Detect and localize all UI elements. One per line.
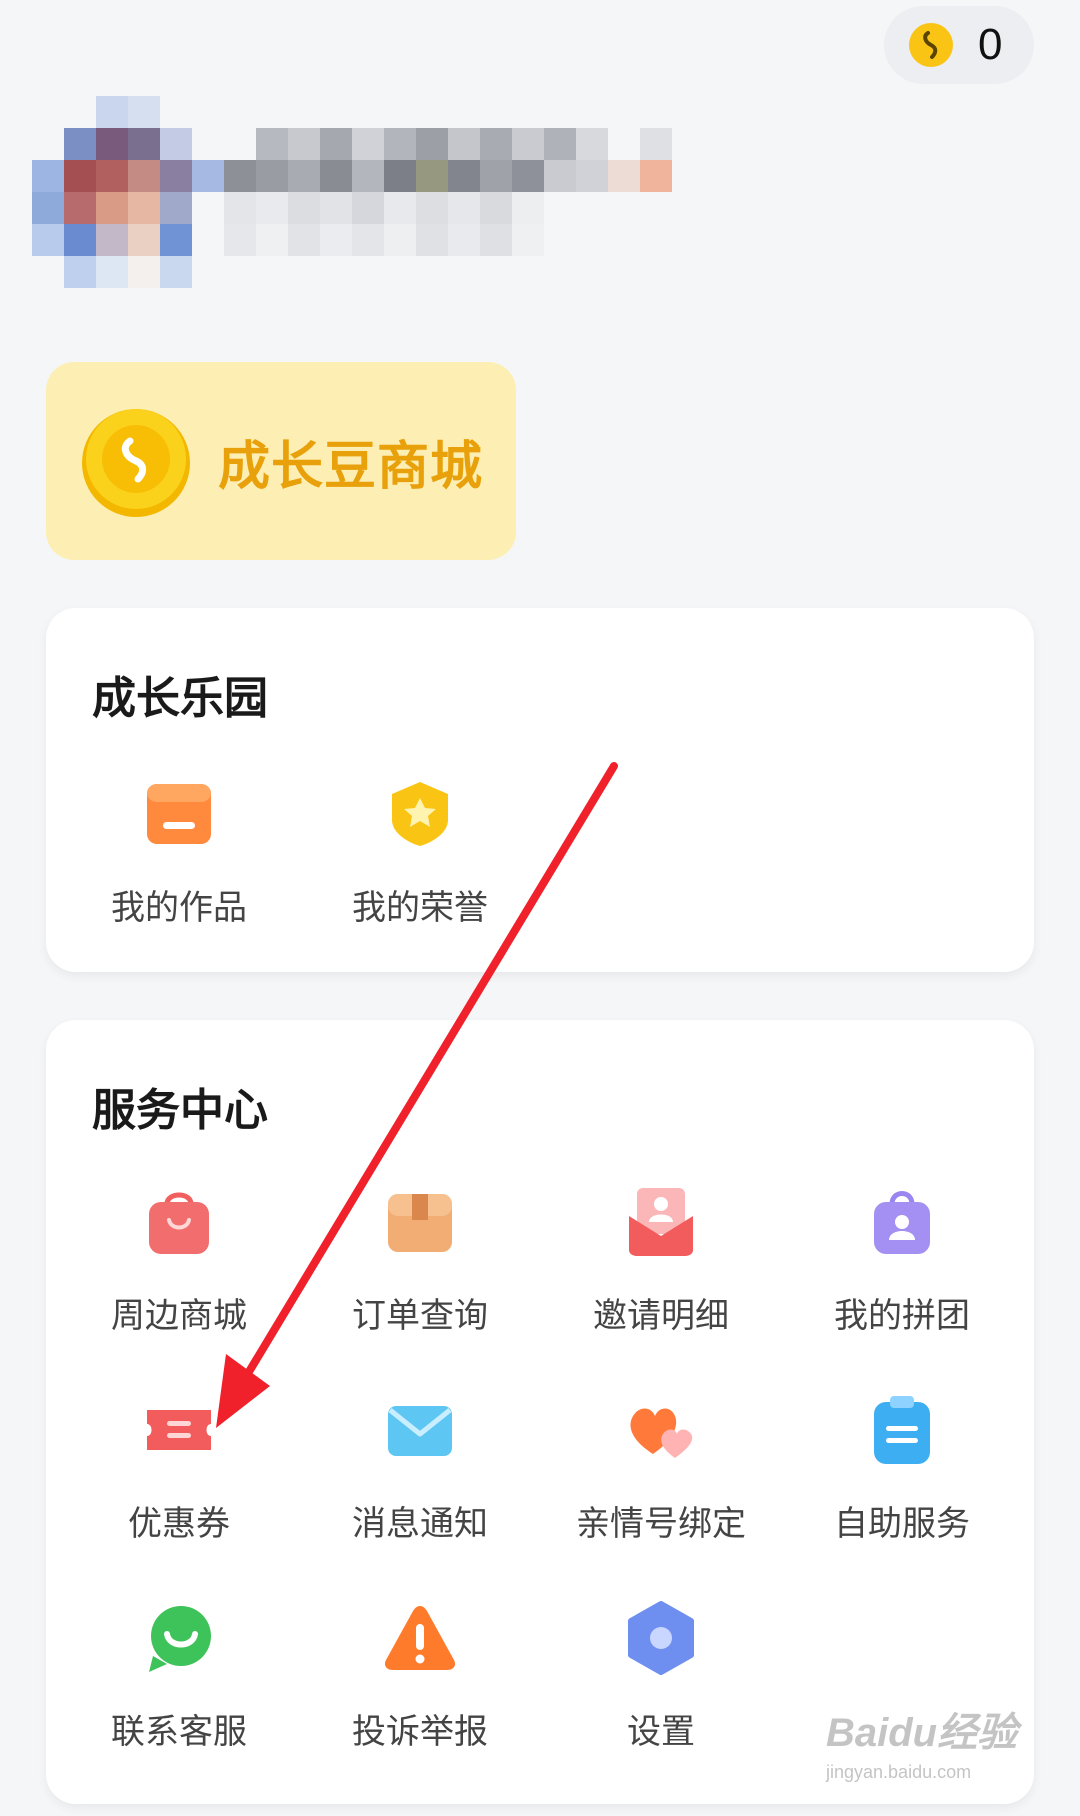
self-service-label: 自助服务 (834, 1504, 970, 1544)
coupon-icon (147, 1410, 211, 1450)
coin-icon (82, 409, 190, 517)
coin-count: 0 (978, 20, 1003, 69)
works-icon (147, 784, 211, 844)
order-query-button[interactable]: 订单查询 (300, 1184, 540, 1337)
mail-icon (388, 1406, 452, 1456)
watermark-logo: Baidu经验 (826, 1711, 1018, 1755)
my-group-buy-button[interactable]: 我的拼团 (782, 1184, 1022, 1337)
package-icon (388, 1194, 452, 1252)
coin-balance[interactable]: 0 (884, 6, 1034, 84)
clipboard-icon (874, 1396, 930, 1464)
watermark-url: jingyan.baidu.com (826, 1762, 972, 1782)
family-binding-label: 亲情号绑定 (576, 1504, 746, 1544)
hearts-icon (630, 1408, 693, 1458)
group-bag-icon (874, 1191, 930, 1254)
merch-store-label: 周边商城 (111, 1296, 247, 1336)
notifications-label: 消息通知 (352, 1504, 488, 1544)
my-group-buy-label: 我的拼团 (834, 1296, 970, 1336)
growth-park-card: 成长乐园 我的作品 我的荣誉 (46, 608, 1034, 972)
family-binding-button[interactable]: 亲情号绑定 (541, 1392, 781, 1545)
contact-support-label: 联系客服 (111, 1712, 247, 1752)
coupon-button[interactable]: 优惠券 (59, 1392, 299, 1545)
coupon-label: 优惠券 (128, 1504, 230, 1544)
section-title: 服务中心 (92, 1085, 268, 1136)
my-honors-button[interactable]: 我的荣誉 (300, 776, 540, 929)
complaint-report-button[interactable]: 投诉举报 (300, 1600, 540, 1753)
mall-label: 成长豆商城 (218, 436, 484, 497)
invite-envelope-icon (629, 1188, 693, 1256)
watermark: Baidu经验 jingyan.baidu.com (826, 1700, 1026, 1800)
my-works-button[interactable]: 我的作品 (59, 776, 299, 929)
settings-hexagon-icon (628, 1601, 694, 1675)
my-honors-label: 我的荣誉 (352, 888, 488, 928)
service-center-card: 服务中心 周边商城 订单查询 邀请明细 我的拼团 优惠券 消息通知 亲情号绑定 … (46, 1020, 1034, 1804)
coin-icon (909, 23, 953, 67)
my-works-label: 我的作品 (111, 888, 247, 928)
warning-icon (384, 1606, 456, 1670)
invite-details-label: 邀请明细 (593, 1296, 729, 1336)
growth-bean-mall-button[interactable]: 成长豆商城 (46, 362, 516, 560)
contact-support-button[interactable]: 联系客服 (59, 1600, 299, 1753)
settings-label: 设置 (627, 1712, 695, 1752)
complaint-report-label: 投诉举报 (352, 1712, 488, 1752)
self-service-button[interactable]: 自助服务 (782, 1392, 1022, 1545)
shopping-bag-icon (149, 1192, 209, 1254)
chat-bubble-icon (149, 1606, 211, 1672)
user-name (224, 128, 744, 278)
honor-icon (392, 782, 448, 846)
settings-button[interactable]: 设置 (541, 1600, 781, 1753)
notifications-button[interactable]: 消息通知 (300, 1392, 540, 1545)
order-query-label: 订单查询 (352, 1296, 488, 1336)
invite-details-button[interactable]: 邀请明细 (541, 1184, 781, 1337)
merch-store-button[interactable]: 周边商城 (59, 1184, 299, 1337)
section-title: 成长乐园 (92, 673, 268, 724)
avatar[interactable] (32, 96, 224, 288)
